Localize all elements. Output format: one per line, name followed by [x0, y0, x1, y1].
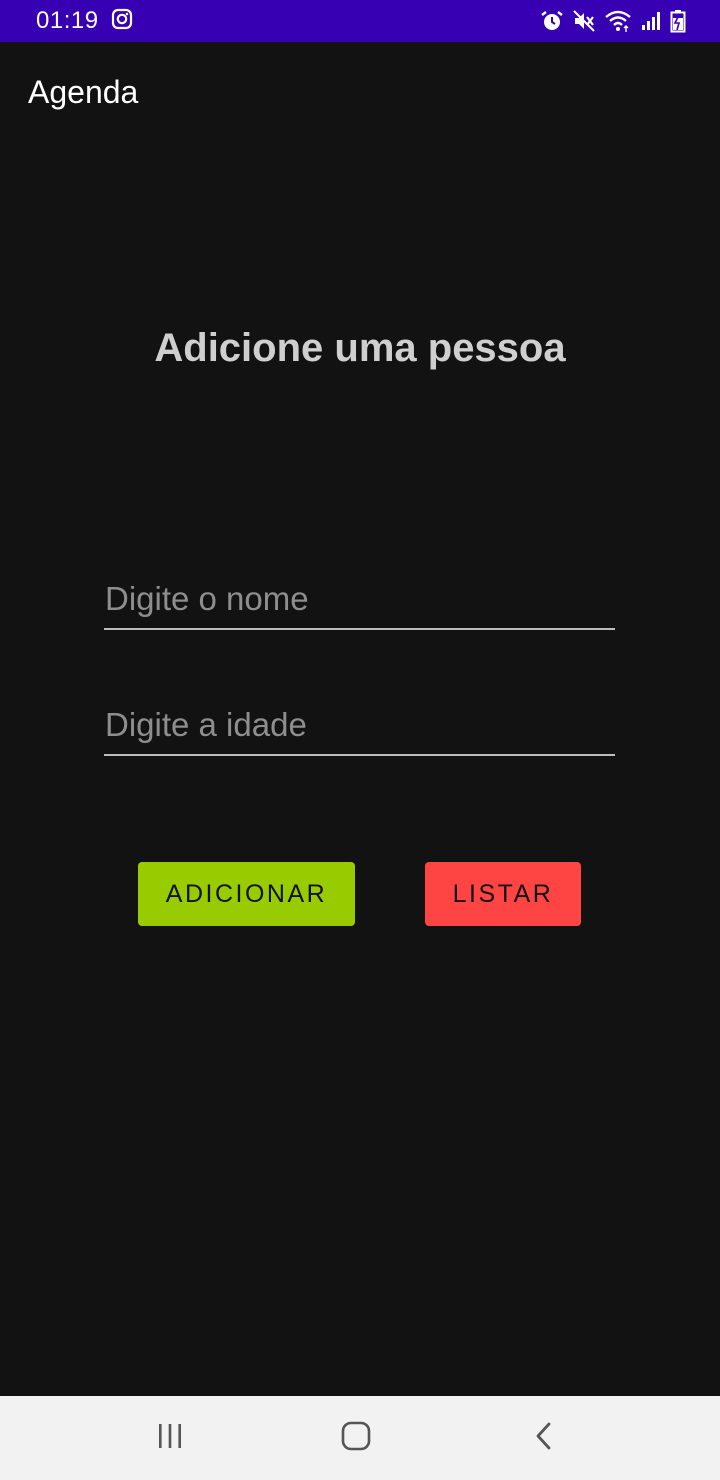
- home-icon: [340, 1420, 372, 1457]
- back-icon: [533, 1421, 555, 1456]
- age-input[interactable]: [104, 696, 615, 754]
- status-icons: [540, 9, 686, 33]
- instagram-icon: [111, 8, 133, 35]
- alarm-icon: [540, 9, 564, 33]
- add-button[interactable]: ADICIONAR: [138, 862, 355, 926]
- name-input[interactable]: [104, 570, 615, 628]
- age-field-container: [104, 696, 615, 756]
- app-bar: Agenda: [0, 42, 720, 142]
- wifi-icon: [604, 9, 632, 33]
- back-button[interactable]: [484, 1396, 604, 1480]
- home-button[interactable]: [296, 1396, 416, 1480]
- mute-icon: [572, 9, 596, 33]
- status-left: 01:19: [36, 7, 133, 35]
- recent-apps-icon: [155, 1422, 185, 1455]
- app-title: Agenda: [28, 73, 139, 110]
- status-bar: 01:19: [0, 0, 720, 42]
- form-heading: Adicione uma pessoa: [154, 326, 566, 370]
- signal-icon: [640, 10, 662, 32]
- recent-apps-button[interactable]: [110, 1396, 230, 1480]
- status-time: 01:19: [36, 7, 99, 34]
- list-button[interactable]: LISTAR: [425, 862, 581, 926]
- battery-icon: [670, 9, 686, 33]
- name-field-container: [104, 570, 615, 630]
